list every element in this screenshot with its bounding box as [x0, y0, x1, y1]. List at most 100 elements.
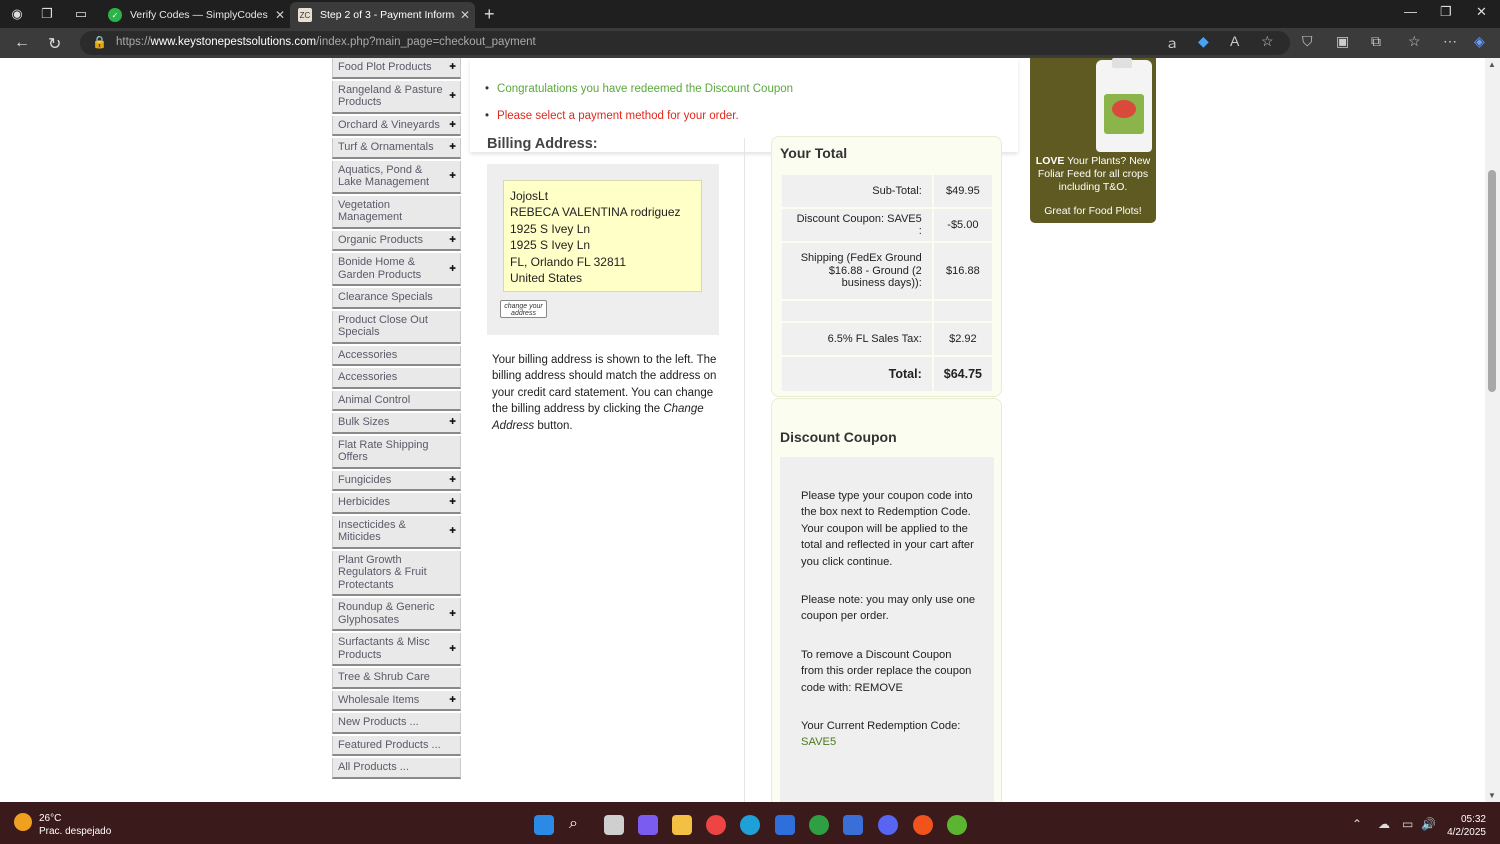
- submenu-arrow-icon: ✚: [449, 119, 456, 129]
- change-address-button[interactable]: change your address: [500, 300, 547, 318]
- sidebar-category-item[interactable]: Plant Growth Regulators & Fruit Protecta…: [332, 550, 461, 596]
- sidebar-category-item[interactable]: Animal Control: [332, 390, 461, 411]
- file-explorer-icon[interactable]: [672, 815, 692, 835]
- read-aloud-icon[interactable]: A: [1230, 33, 1239, 49]
- sidebar-category-item[interactable]: Aquatics, Pond & Lake Management ✚: [332, 160, 461, 194]
- foliar-feed-ad-banner[interactable]: LOVE Your Plants? New Foliar Feed for al…: [1030, 58, 1156, 223]
- sidebar-category-item[interactable]: Bonide Home & Garden Products ✚: [332, 253, 461, 286]
- favorite-star-icon[interactable]: ☆: [1261, 33, 1274, 50]
- sidebar-category-item[interactable]: Flat Rate Shipping Offers: [332, 435, 461, 469]
- scroll-down-arrow-icon[interactable]: ▼: [1488, 791, 1496, 800]
- page-scrollbar[interactable]: ▲ ▼: [1485, 58, 1500, 802]
- discord-icon[interactable]: [878, 815, 898, 835]
- copilot-icon[interactable]: ◈: [1474, 33, 1485, 50]
- edge-icon[interactable]: [740, 815, 760, 835]
- sidebar-category-item[interactable]: Wholesale Items ✚: [332, 690, 461, 711]
- ea-app-icon[interactable]: [913, 815, 933, 835]
- onedrive-icon[interactable]: ☁: [1378, 817, 1390, 831]
- tab-simplycodes[interactable]: ✓ Verify Codes — SimplyCodes ✕: [100, 2, 290, 28]
- chrome-icon[interactable]: [706, 815, 726, 835]
- sidebar-category-item[interactable]: Orchard & Vineyards ✚: [332, 115, 461, 136]
- more-options-icon[interactable]: ⋯: [1443, 33, 1457, 50]
- sidebar-category-item[interactable]: All Products ...: [332, 758, 461, 779]
- category-label: Fungicides: [338, 473, 392, 486]
- error-text: Please select a payment method for your …: [497, 110, 739, 122]
- sidebar-category-item[interactable]: Herbicides ✚: [332, 493, 461, 514]
- lock-icon[interactable]: 🔒: [92, 35, 107, 49]
- url-bar[interactable]: 🔒 https://www.keystonepestsolutions.com/…: [80, 31, 1290, 55]
- grand-total-row: Total: $64.75: [780, 355, 995, 393]
- show-hidden-icons-chevron-icon[interactable]: ⌃: [1352, 817, 1362, 831]
- start-windows-icon[interactable]: [534, 815, 554, 835]
- your-total-heading: Your Total: [780, 145, 848, 161]
- restore-icon[interactable]: ❐: [1440, 4, 1452, 20]
- copilot-taskbar-icon[interactable]: [638, 815, 658, 835]
- scrollbar-thumb[interactable]: [1488, 170, 1496, 392]
- total-row: Discount Coupon: SAVE5 : -$5.00: [780, 207, 995, 243]
- sidebar-category-item[interactable]: Bulk Sizes ✚: [332, 413, 461, 434]
- sidebar-category-item[interactable]: Organic Products ✚: [332, 230, 461, 251]
- weather-widget[interactable]: 26°C Prac. despejado: [39, 812, 111, 838]
- totals-table: Sub-Total: $49.95 Discount Coupon: SAVE5 …: [780, 173, 995, 393]
- submenu-arrow-icon: ✚: [449, 608, 456, 618]
- submenu-arrow-icon: ✚: [449, 474, 456, 484]
- close-tab-icon[interactable]: ✕: [455, 8, 475, 22]
- sidebar-category-item[interactable]: Turf & Ornamentals ✚: [332, 138, 461, 159]
- scroll-up-arrow-icon[interactable]: ▲: [1488, 60, 1496, 69]
- refresh-icon[interactable]: ↻: [48, 34, 61, 54]
- column-divider: [744, 138, 745, 802]
- close-tab-icon[interactable]: ✕: [270, 8, 290, 22]
- sidebar-category-item[interactable]: Rangeland & Pasture Products ✚: [332, 80, 461, 114]
- sidebar-category-item[interactable]: Accessories: [332, 368, 461, 389]
- utorrent-icon[interactable]: [947, 815, 967, 835]
- category-label: Orchard & Vineyards: [338, 118, 440, 131]
- system-clock[interactable]: 05:32 4/2/2025: [1447, 813, 1486, 839]
- tab-payment-information[interactable]: ZC Step 2 of 3 - Payment Information ✕: [290, 2, 475, 28]
- submenu-arrow-icon: ✚: [449, 497, 456, 506]
- task-view-icon[interactable]: [604, 815, 624, 835]
- search-icon[interactable]: ⌕: [569, 815, 589, 835]
- split-screen-icon[interactable]: ▣: [1336, 33, 1349, 50]
- calculator-icon[interactable]: [843, 815, 863, 835]
- sidebar-category-item[interactable]: Roundup & Generic Glyphosates ✚: [332, 598, 461, 631]
- network-icon[interactable]: ▭: [1402, 817, 1413, 831]
- minimize-icon[interactable]: —: [1404, 4, 1417, 19]
- sidebar-category-item[interactable]: Fungicides ✚: [332, 470, 461, 491]
- total-row: 6.5% FL Sales Tax: $2.92: [780, 321, 995, 357]
- shield-extension-icon[interactable]: ⛉: [1302, 33, 1313, 50]
- category-label: Flat Rate Shipping Offers: [338, 438, 429, 464]
- window-close-icon[interactable]: ✕: [1476, 4, 1487, 20]
- xbox-icon[interactable]: [809, 815, 829, 835]
- coupon-extension-icon[interactable]: ◆: [1198, 33, 1209, 50]
- extensions-icon[interactable]: ⧉: [1371, 33, 1381, 50]
- sidebar-category-item[interactable]: Clearance Specials: [332, 288, 461, 309]
- sidebar-category-item[interactable]: Surfactants & Misc Products ✚: [332, 633, 461, 666]
- workspaces-icon[interactable]: ❐: [38, 5, 56, 23]
- new-tab-plus-icon[interactable]: +: [484, 4, 495, 25]
- sidebar-category-item[interactable]: New Products ...: [332, 713, 461, 734]
- sidebar-category-item[interactable]: Accessories: [332, 345, 461, 366]
- category-label: Wholesale Items: [338, 693, 420, 706]
- current-redemption-label: Your Current Redemption Code:: [801, 720, 961, 733]
- translate-icon[interactable]: ａ: [1165, 33, 1179, 53]
- profile-avatar-icon[interactable]: ◉: [8, 5, 26, 23]
- weather-icon[interactable]: [14, 813, 32, 831]
- category-label: Surfactants & Misc Products: [338, 636, 430, 661]
- sidebar-category-item[interactable]: Tree & Shrub Care: [332, 668, 461, 689]
- sidebar-category-item[interactable]: Food Plot Products ✚: [332, 58, 461, 79]
- sidebar-category-item[interactable]: Vegetation Management: [332, 195, 461, 229]
- sidebar-category-item[interactable]: Insecticides & Miticides ✚: [332, 515, 461, 549]
- volume-icon[interactable]: 🔊: [1421, 817, 1436, 831]
- discount-coupon-panel: Discount Coupon Please type your coupon …: [771, 398, 1002, 802]
- url-text: https://www.keystonepestsolutions.com/in…: [116, 36, 536, 48]
- back-arrow-icon[interactable]: ←: [14, 34, 30, 52]
- tab-actions-icon[interactable]: ▭: [72, 5, 90, 23]
- windows-taskbar: 26°C Prac. despejado ⌕ ⌃ ☁ ▭ 🔊 05:32 4/2/2…: [0, 802, 1500, 844]
- category-label: Featured Products ...: [338, 738, 441, 751]
- billing-address-box: JojosLt REBECA VALENTINA rodriguez 1925 S …: [487, 164, 719, 335]
- store-icon[interactable]: [775, 815, 795, 835]
- sidebar-category-item[interactable]: Featured Products ...: [332, 735, 461, 756]
- favorites-bar-icon[interactable]: ☆: [1408, 33, 1421, 50]
- category-label: Organic Products: [338, 233, 423, 246]
- sidebar-category-item[interactable]: Product Close Out Specials: [332, 310, 461, 344]
